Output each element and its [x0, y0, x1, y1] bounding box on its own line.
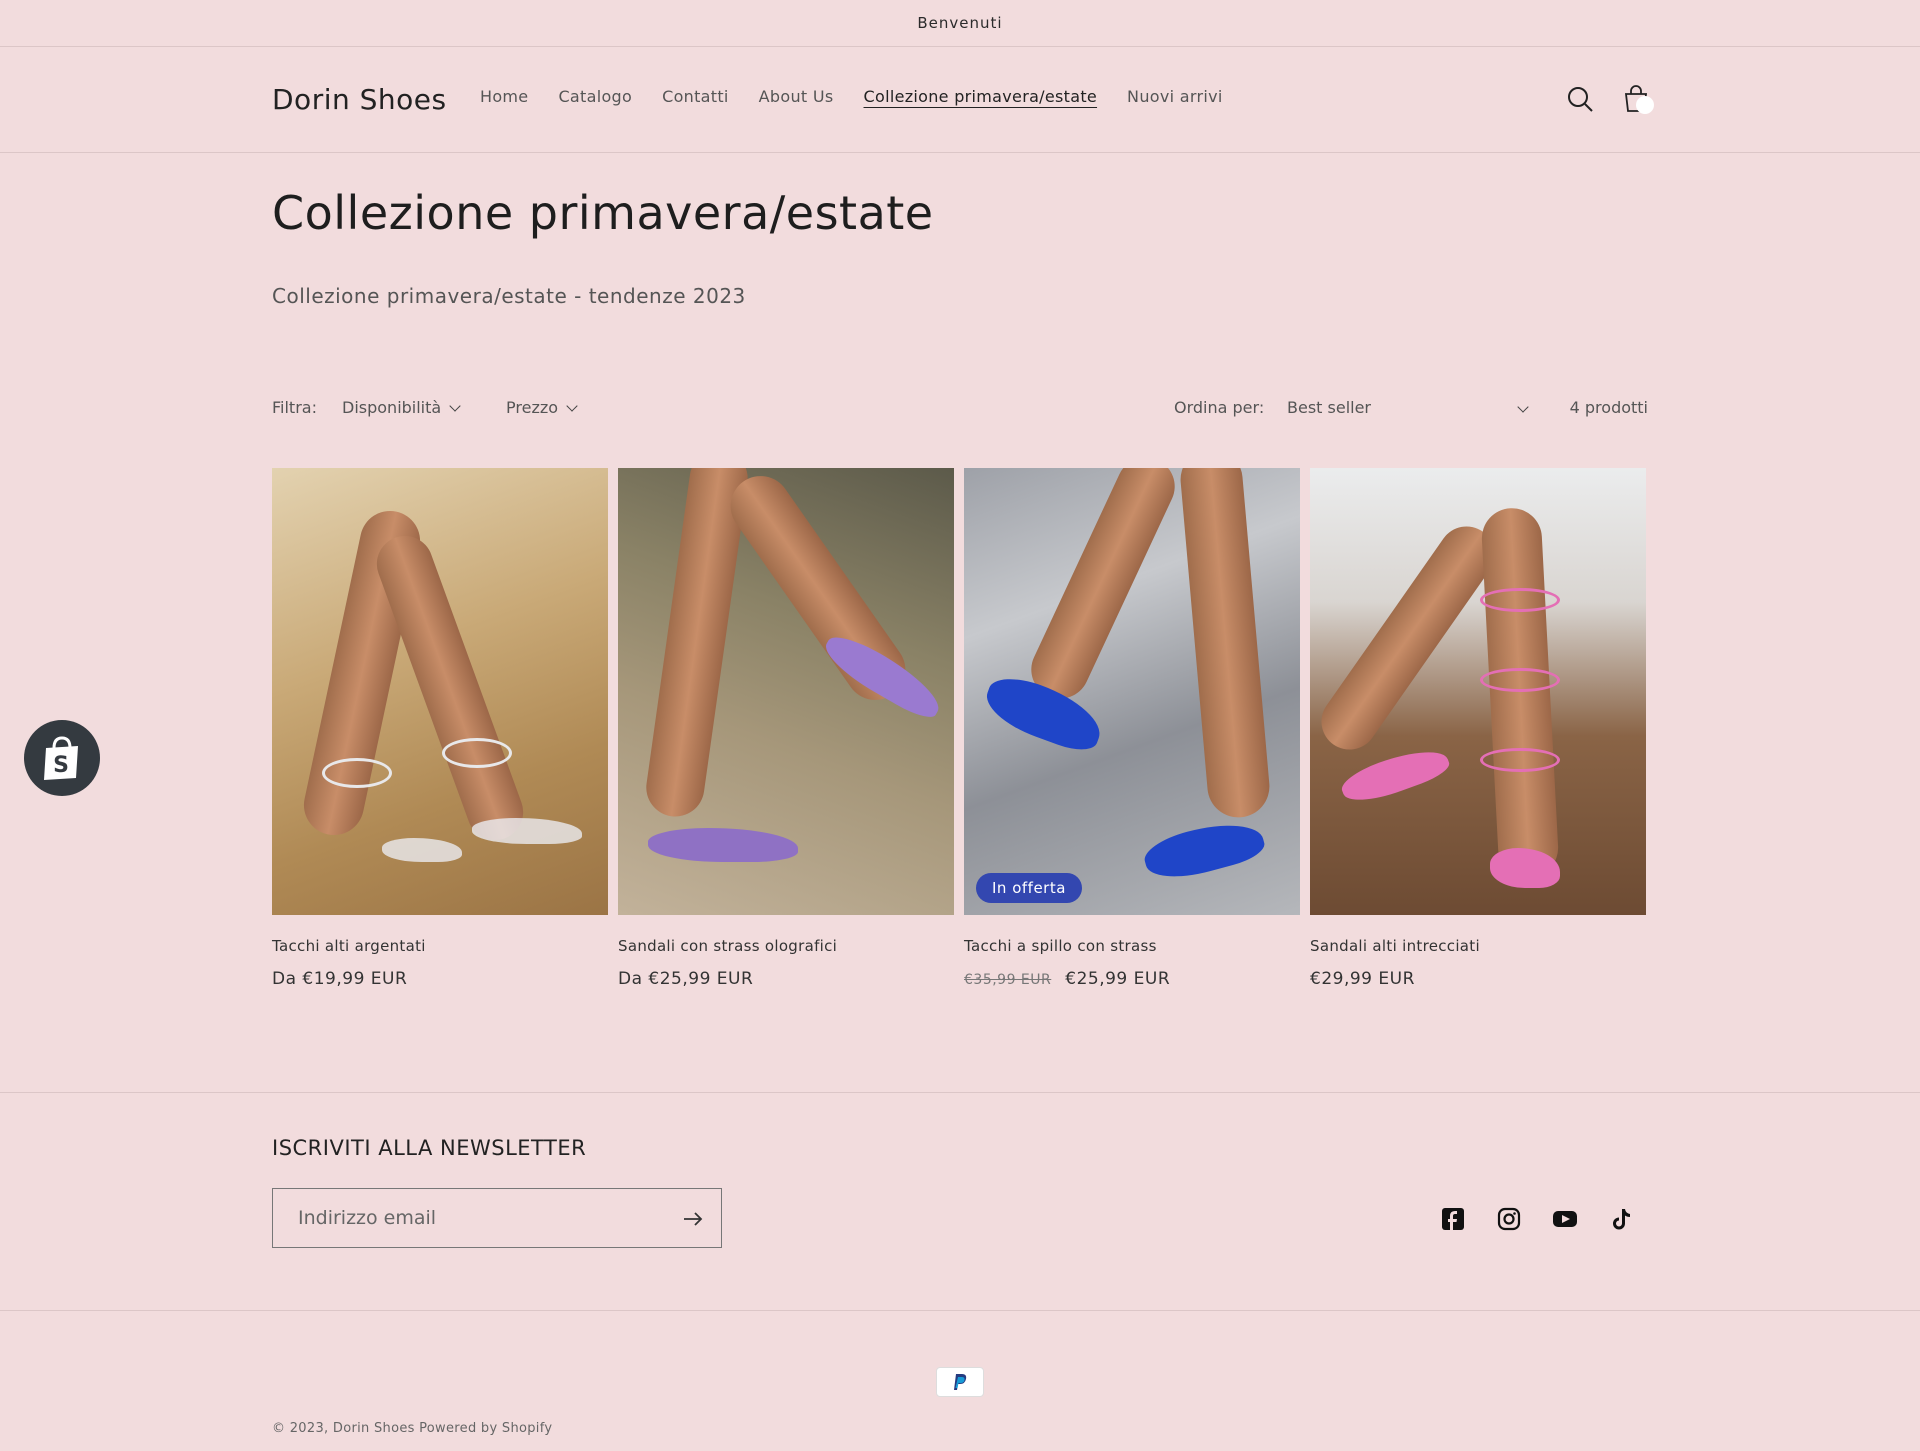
instagram-icon[interactable] [1496, 1206, 1522, 1232]
arrow-right-icon[interactable] [681, 1207, 705, 1231]
filter-price-label: Prezzo [506, 398, 559, 417]
chevron-down-icon [449, 400, 461, 412]
filter-label: Filtra: [272, 398, 317, 417]
product-image[interactable]: In offerta [964, 468, 1300, 915]
filter-price[interactable]: Prezzo [506, 398, 578, 417]
product-title[interactable]: Tacchi a spillo con strass [964, 937, 1300, 955]
page-title: Collezione primavera/estate [272, 186, 934, 240]
main-nav: Home Catalogo Contatti About Us Collezio… [480, 87, 1223, 106]
tiktok-icon[interactable] [1608, 1206, 1634, 1232]
product-title[interactable]: Tacchi alti argentati [272, 937, 608, 955]
svg-text:S: S [53, 753, 69, 778]
copyright: © 2023, Dorin Shoes Powered by Shopify [272, 1421, 553, 1436]
filter-availability[interactable]: Disponibilità [342, 398, 461, 417]
sort-label: Ordina per: [1174, 398, 1265, 417]
product-card[interactable]: Sandali alti intrecciati €29,99 EUR [1310, 468, 1646, 989]
chevron-down-icon [1517, 401, 1529, 413]
product-title[interactable]: Sandali alti intrecciati [1310, 937, 1646, 955]
nav-collezione[interactable]: Collezione primavera/estate [864, 87, 1098, 106]
shopify-shop-badge[interactable]: S [24, 720, 100, 796]
nav-about-us[interactable]: About Us [759, 87, 834, 106]
social-links [1440, 1206, 1634, 1232]
product-card[interactable]: In offerta Tacchi a spillo con strass €3… [964, 468, 1300, 989]
sale-badge: In offerta [976, 873, 1082, 903]
footer-divider [0, 1092, 1920, 1093]
product-image[interactable] [272, 468, 608, 915]
product-grid: Tacchi alti argentati Da €19,99 EUR Sand… [272, 468, 1646, 989]
nav-contatti[interactable]: Contatti [662, 87, 729, 106]
product-price: €35,99 EUR €25,99 EUR [964, 969, 1300, 989]
nav-catalogo[interactable]: Catalogo [558, 87, 632, 106]
cart-count-dot [1636, 96, 1654, 114]
filter-availability-label: Disponibilità [342, 398, 442, 417]
nav-nuovi-arrivi[interactable]: Nuovi arrivi [1127, 87, 1223, 106]
original-price: €35,99 EUR [964, 972, 1052, 988]
footer-divider [0, 1310, 1920, 1311]
youtube-icon[interactable] [1552, 1206, 1578, 1232]
newsletter-form [272, 1188, 722, 1248]
newsletter-title: ISCRIVITI ALLA NEWSLETTER [272, 1136, 587, 1160]
search-icon[interactable] [1564, 83, 1596, 115]
sort-select[interactable]: Best seller [1287, 398, 1529, 417]
nav-home[interactable]: Home [480, 87, 528, 106]
store-logo[interactable]: Dorin Shoes [272, 83, 447, 116]
product-price: Da €19,99 EUR [272, 969, 408, 989]
sort-value: Best seller [1287, 398, 1372, 417]
product-image[interactable] [1310, 468, 1646, 915]
announcement-text: Benvenuti [917, 14, 1003, 32]
facebook-icon[interactable] [1440, 1206, 1466, 1232]
product-price: €29,99 EUR [1310, 969, 1415, 989]
paypal-icon [936, 1367, 984, 1397]
collection-description: Collezione primavera/estate - tendenze 2… [272, 284, 746, 308]
sale-price: €25,99 EUR [1065, 969, 1171, 989]
product-count: 4 prodotti [1569, 398, 1648, 417]
shopify-bag-icon: S [44, 736, 78, 780]
product-card[interactable]: Tacchi alti argentati Da €19,99 EUR [272, 468, 608, 989]
product-title[interactable]: Sandali con strass olografici [618, 937, 954, 955]
filter-bar: Filtra: Disponibilità Prezzo Ordina per:… [272, 398, 1648, 422]
announcement-bar: Benvenuti [0, 0, 1920, 47]
email-input[interactable] [273, 1189, 653, 1246]
product-image[interactable] [618, 468, 954, 915]
product-card[interactable]: Sandali con strass olografici Da €25,99 … [618, 468, 954, 989]
chevron-down-icon [566, 400, 578, 412]
product-price: Da €25,99 EUR [618, 969, 754, 989]
site-header: Dorin Shoes Home Catalogo Contatti About… [0, 47, 1920, 153]
